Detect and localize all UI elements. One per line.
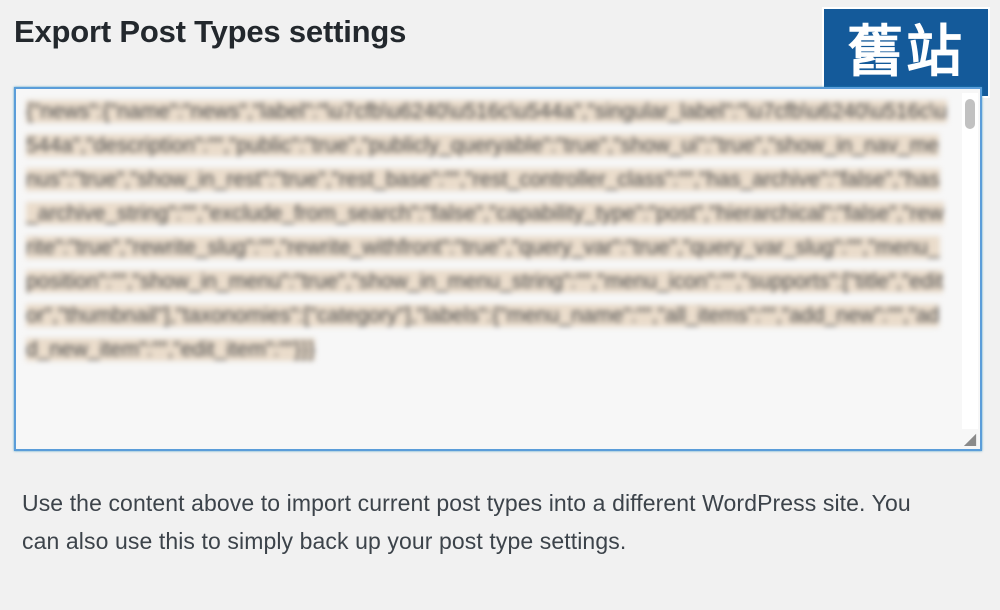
export-settings-text: {"news":{"name":"news","label":"\u7cfb\u… <box>26 100 948 361</box>
export-help-text: Use the content above to import current … <box>22 490 911 554</box>
export-settings-content: {"news":{"name":"news","label":"\u7cfb\u… <box>26 95 950 449</box>
watermark-badge: 舊站 <box>822 7 990 98</box>
resize-handle-icon[interactable]: ◢ <box>962 431 978 447</box>
textarea-scrollbar[interactable] <box>962 93 978 429</box>
textarea-scrollbar-thumb[interactable] <box>965 99 975 129</box>
export-settings-textarea[interactable]: {"news":{"name":"news","label":"\u7cfb\u… <box>14 87 982 451</box>
page-title: Export Post Types settings <box>14 14 407 49</box>
